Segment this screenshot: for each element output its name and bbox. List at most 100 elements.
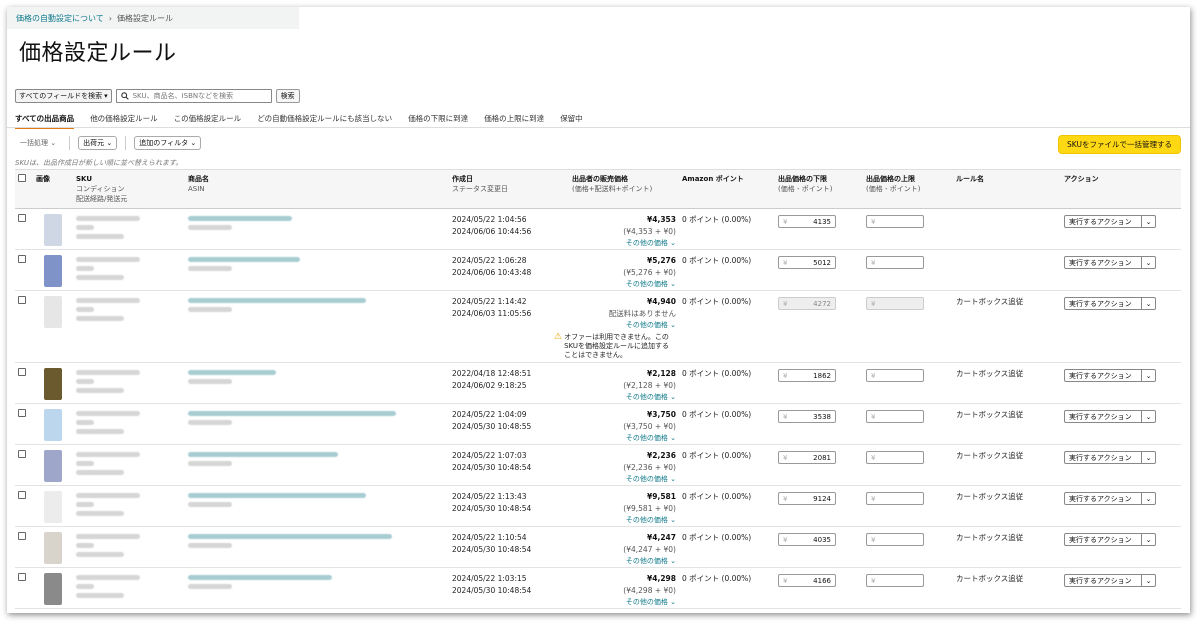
- tab-no-rule[interactable]: どの自動価格設定ルールにも該当しない: [257, 113, 400, 125]
- breadcrumb-parent-link[interactable]: 価格の自動設定について: [16, 14, 104, 23]
- other-prices-link[interactable]: その他の価格 ⌄: [572, 597, 676, 608]
- action-dropdown[interactable]: 実行するアクション ⌄: [1064, 297, 1178, 311]
- chevron-down-icon[interactable]: ⌄: [1142, 574, 1156, 588]
- chevron-down-icon[interactable]: ⌄: [1142, 492, 1156, 506]
- product-thumbnail[interactable]: [44, 450, 62, 483]
- min-price-input[interactable]: ¥4135: [778, 215, 836, 229]
- action-button[interactable]: 実行するアクション: [1064, 533, 1142, 547]
- action-button[interactable]: 実行するアクション: [1064, 410, 1142, 424]
- max-price-input[interactable]: ¥: [866, 533, 924, 547]
- product-thumbnail[interactable]: [44, 532, 62, 565]
- product-name-redacted[interactable]: [188, 296, 446, 313]
- max-price-input[interactable]: ¥: [866, 451, 924, 465]
- action-button[interactable]: 実行するアクション: [1064, 369, 1142, 383]
- action-dropdown[interactable]: 実行するアクション ⌄: [1064, 451, 1178, 465]
- other-prices-link[interactable]: その他の価格 ⌄: [572, 238, 676, 249]
- row-checkbox[interactable]: [18, 368, 26, 377]
- action-dropdown[interactable]: 実行するアクション ⌄: [1064, 492, 1178, 506]
- other-prices-link[interactable]: その他の価格 ⌄: [572, 474, 676, 485]
- min-price-input[interactable]: ¥4035: [778, 533, 836, 547]
- action-dropdown[interactable]: 実行するアクション ⌄: [1064, 533, 1178, 547]
- max-price-input[interactable]: ¥: [866, 492, 924, 506]
- product-thumbnail[interactable]: [44, 491, 62, 524]
- product-name-redacted[interactable]: [188, 214, 446, 231]
- row-checkbox[interactable]: [18, 296, 26, 305]
- min-price-input[interactable]: ¥3538: [778, 410, 836, 424]
- product-name-redacted[interactable]: [188, 368, 446, 385]
- action-dropdown[interactable]: 実行するアクション ⌄: [1064, 256, 1178, 270]
- chevron-down-icon[interactable]: ⌄: [1142, 533, 1156, 547]
- other-prices-link[interactable]: その他の価格 ⌄: [572, 279, 676, 290]
- max-price-input[interactable]: ¥: [866, 215, 924, 229]
- action-dropdown[interactable]: 実行するアクション ⌄: [1064, 215, 1178, 229]
- search-button[interactable]: 検索: [275, 89, 300, 103]
- other-prices-link[interactable]: その他の価格 ⌄: [572, 515, 676, 526]
- header-points: Amazon ポイント: [679, 168, 775, 210]
- search-input[interactable]: SKU、商品名、ISBNなどを検索: [115, 89, 272, 103]
- add-filter-button[interactable]: 追加のフィルタ ⌄: [134, 136, 202, 150]
- min-price-input[interactable]: ¥4166: [778, 574, 836, 588]
- tab-min-reached[interactable]: 価格の下限に到達: [408, 113, 476, 125]
- action-button[interactable]: 実行するアクション: [1064, 574, 1142, 588]
- other-prices-link[interactable]: その他の価格 ⌄: [572, 433, 676, 444]
- min-price-input[interactable]: ¥4272: [778, 297, 836, 311]
- chevron-down-icon[interactable]: ⌄: [1142, 369, 1156, 383]
- max-price-input[interactable]: ¥: [866, 256, 924, 270]
- search-field-select[interactable]: すべてのフィールドを検索 ▾: [15, 89, 112, 103]
- row-checkbox[interactable]: [18, 214, 26, 223]
- max-price-input[interactable]: ¥: [866, 297, 924, 311]
- product-name-redacted[interactable]: [188, 450, 446, 467]
- product-thumbnail[interactable]: [44, 296, 62, 329]
- row-checkbox[interactable]: [18, 255, 26, 264]
- chevron-down-icon[interactable]: ⌄: [1142, 410, 1156, 424]
- action-button[interactable]: 実行するアクション: [1064, 297, 1142, 311]
- other-prices-link[interactable]: その他の価格 ⌄: [572, 320, 676, 331]
- product-name-redacted[interactable]: [188, 532, 446, 549]
- product-thumbnail[interactable]: [44, 255, 62, 288]
- row-checkbox[interactable]: [18, 409, 26, 418]
- tab-this-rule[interactable]: この価格設定ルール: [174, 113, 250, 125]
- min-price-input[interactable]: ¥5012: [778, 256, 836, 270]
- bulk-action-dropdown[interactable]: 一括処理 ⌄: [15, 136, 62, 150]
- action-button[interactable]: 実行するアクション: [1064, 256, 1142, 270]
- product-thumbnail[interactable]: [44, 368, 62, 401]
- min-price-input[interactable]: ¥2081: [778, 451, 836, 465]
- action-button[interactable]: 実行するアクション: [1064, 492, 1142, 506]
- action-dropdown[interactable]: 実行するアクション ⌄: [1064, 369, 1178, 383]
- product-name-redacted[interactable]: [188, 409, 446, 426]
- other-prices-link[interactable]: その他の価格 ⌄: [572, 392, 676, 403]
- select-all-checkbox[interactable]: [18, 174, 26, 182]
- chevron-down-icon[interactable]: ⌄: [1142, 256, 1156, 270]
- tab-all-listings[interactable]: すべての出品商品: [15, 113, 82, 129]
- action-dropdown[interactable]: 実行するアクション ⌄: [1064, 410, 1178, 424]
- action-button[interactable]: 実行するアクション: [1064, 215, 1142, 229]
- shipper-filter[interactable]: 出荷元 ⌄: [78, 136, 118, 150]
- row-action-cell: 実行するアクション ⌄: [1061, 362, 1181, 405]
- action-button[interactable]: 実行するアクション: [1064, 451, 1142, 465]
- product-name-redacted[interactable]: [188, 491, 446, 508]
- row-checkbox[interactable]: [18, 573, 26, 582]
- product-thumbnail[interactable]: [44, 214, 62, 247]
- product-name-redacted[interactable]: [188, 573, 446, 590]
- max-price-input[interactable]: ¥: [866, 574, 924, 588]
- min-price-input[interactable]: ¥9124: [778, 492, 836, 506]
- bulk-manage-button[interactable]: SKUをファイルで一括管理する: [1058, 135, 1181, 154]
- action-dropdown[interactable]: 実行するアクション ⌄: [1064, 574, 1178, 588]
- row-checkbox[interactable]: [18, 450, 26, 459]
- product-thumbnail[interactable]: [44, 573, 62, 606]
- other-prices-link[interactable]: その他の価格 ⌄: [572, 556, 676, 567]
- tab-other-rules[interactable]: 他の価格設定ルール: [90, 113, 166, 125]
- tab-max-reached[interactable]: 価格の上限に到達: [484, 113, 552, 125]
- max-price-input[interactable]: ¥: [866, 410, 924, 424]
- product-thumbnail[interactable]: [44, 409, 62, 442]
- chevron-down-icon[interactable]: ⌄: [1142, 297, 1156, 311]
- product-name-redacted[interactable]: [188, 255, 446, 272]
- chevron-down-icon[interactable]: ⌄: [1142, 451, 1156, 465]
- tab-on-hold[interactable]: 保留中: [560, 113, 591, 125]
- row-checkbox[interactable]: [18, 491, 26, 500]
- min-price-input[interactable]: ¥1862: [778, 369, 836, 383]
- row-checkbox[interactable]: [18, 532, 26, 541]
- row-sku-cell: [73, 444, 185, 487]
- chevron-down-icon[interactable]: ⌄: [1142, 215, 1156, 229]
- max-price-input[interactable]: ¥: [866, 369, 924, 383]
